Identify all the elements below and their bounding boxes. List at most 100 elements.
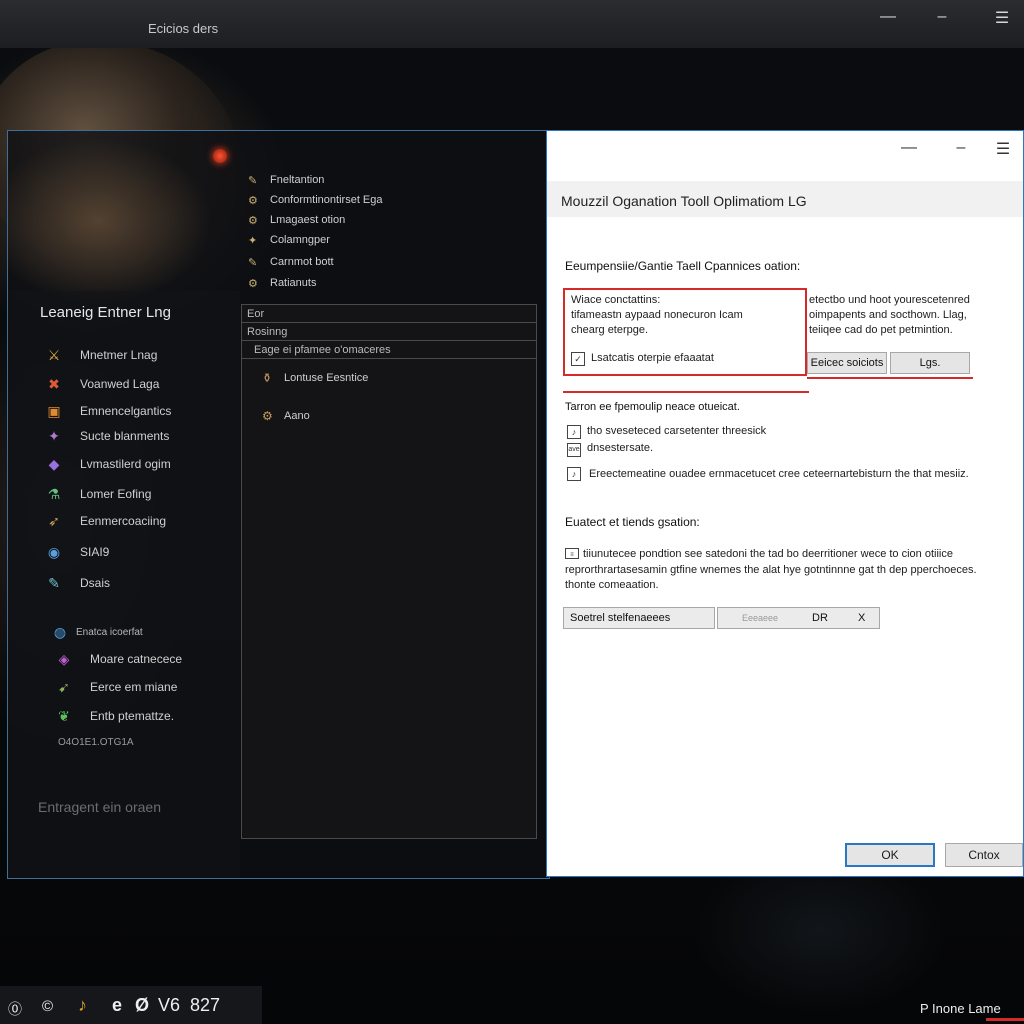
red-orb-icon bbox=[213, 149, 227, 163]
sidebar-item-label: Eerce em miane bbox=[90, 680, 178, 694]
red-underline-right bbox=[807, 377, 973, 379]
content-panel: Eor Rosinng Eage ei pfamee o'omaceres ⚱ … bbox=[241, 304, 537, 839]
sidebar-item-label: Lomer Eofing bbox=[80, 487, 152, 501]
ok-button[interactable]: OK bbox=[845, 843, 935, 867]
pencil-icon: ✎ bbox=[248, 256, 258, 269]
box-line-3: chearg eterpge. bbox=[571, 324, 649, 336]
menu-item-label: Fneltantion bbox=[270, 174, 325, 186]
leaf-icon: ❦ bbox=[58, 707, 70, 724]
panel-row-header[interactable]: Eor bbox=[242, 305, 536, 323]
urn-icon: ⚱ bbox=[262, 371, 273, 385]
sidebar-item-label: Emnencelgantics bbox=[80, 404, 172, 418]
sidebar-item-label: Voanwed Laga bbox=[80, 377, 160, 391]
menu-item-5[interactable]: ✎ Carnmot bott bbox=[248, 253, 334, 271]
taskbar-app-5-icon[interactable]: Ø bbox=[135, 995, 149, 1016]
select-faint-text: Eeeaeee bbox=[742, 613, 779, 623]
menu-item-6[interactable]: ⚙ Ratianuts bbox=[248, 274, 316, 292]
section-heading-1: Eeumpensiie/Gantie Taell Cpannices oatio… bbox=[565, 259, 801, 273]
sidebar-item-5[interactable]: ◆ Lvmastilerd ogim bbox=[40, 453, 171, 475]
dialog-title: Mouzzil Oganation Tooll Oplimatiom LG bbox=[561, 193, 807, 209]
crossed-swords-icon: ✖ bbox=[48, 375, 60, 392]
gear-icon: ⚙ bbox=[248, 214, 258, 227]
box-checkbox[interactable]: ✓ bbox=[571, 352, 585, 366]
sidebar-item-12[interactable]: ➹ Eerce em miane bbox=[50, 676, 177, 698]
sidebar-item-11[interactable]: ◈ Moare catnecece bbox=[50, 648, 182, 670]
list-icon: ≡ bbox=[565, 548, 579, 559]
sidebar-item-label: Entb ptemattze. bbox=[90, 709, 175, 723]
sidebar-item-label: SIAI9 bbox=[80, 545, 110, 559]
right-text-3: teiiqee cad do pet petmintion. bbox=[809, 324, 953, 336]
menu-item-3[interactable]: ⚙ Lmagaest otion bbox=[248, 211, 345, 229]
menu-item-label: Conformtinontirset Ega bbox=[270, 194, 383, 206]
sidebar-item-label: Sucte blanments bbox=[80, 429, 170, 443]
clear-icon[interactable]: X bbox=[858, 612, 865, 624]
sidebar-item-7[interactable]: ➶ Eenmercoaciing bbox=[40, 510, 166, 532]
sidebar-item-label: Eenmercoaciing bbox=[80, 514, 167, 528]
cancel-button[interactable]: Cntox bbox=[945, 843, 1023, 867]
menu-item-4[interactable]: ✦ Colamngper bbox=[248, 231, 330, 249]
menu-item-label: Colamngper bbox=[270, 234, 330, 246]
music-icon[interactable]: ♪ bbox=[567, 425, 581, 439]
lg-button[interactable]: Lgs. bbox=[890, 352, 970, 374]
menu-item-label: Lmagaest otion bbox=[270, 214, 346, 226]
gem-icon: ◈ bbox=[58, 650, 70, 667]
sidebar-item-8[interactable]: ◉ SIAI9 bbox=[40, 541, 109, 563]
taskbar-app-1-icon[interactable]: ⓪ bbox=[8, 999, 22, 1019]
checkbox-2[interactable]: ave bbox=[567, 443, 581, 457]
sidebar-item-label: Lvmastilerd ogim bbox=[80, 457, 171, 471]
sidebar-item-label: Mnetmer Lnag bbox=[80, 348, 158, 362]
box-line-2: tifameastn aypaad nonecuron Icam bbox=[571, 309, 743, 321]
sidebar-item-1[interactable]: ⚔ Mnetmer Lnag bbox=[40, 344, 158, 366]
menu-item-label: Carnmot bott bbox=[270, 256, 334, 268]
sidebar-item-13[interactable]: ❦ Entb ptemattze. bbox=[50, 705, 174, 727]
sidebar-item-label: Dsais bbox=[80, 576, 111, 590]
sidebar-item-4[interactable]: ✦ Sucte blanments bbox=[40, 425, 169, 447]
pencil-icon: ✎ bbox=[248, 174, 258, 187]
sidebar-item-14[interactable]: O4O1E1.OTG1A bbox=[58, 731, 134, 753]
select-button[interactable]: Eeicec soiciots bbox=[807, 352, 887, 374]
menu-item-1[interactable]: ✎ Fneltantion bbox=[248, 171, 324, 189]
dialog-menu-button[interactable]: ☰ bbox=[993, 139, 1013, 159]
minimize-button[interactable]: — bbox=[878, 8, 898, 26]
gear-icon: ⚙ bbox=[248, 277, 258, 290]
taskbar-app-2-icon[interactable]: © bbox=[42, 998, 53, 1015]
taskbar-app-3-icon[interactable]: ♪ bbox=[78, 995, 87, 1016]
panel-entry-label: Lontuse Eesntice bbox=[284, 372, 369, 384]
sidebar-item-10[interactable]: ◍ Enatca icoerfat bbox=[50, 621, 143, 643]
menu-item-2[interactable]: ⚙ Conformtinontirset Ega bbox=[248, 191, 383, 209]
launcher-window: Leaneig Entner Lng ⚔ Mnetmer Lnag ✖ Voan… bbox=[7, 130, 550, 879]
taskbar-app-6-icon[interactable]: V6 bbox=[158, 995, 180, 1016]
panel-entry-1[interactable]: ⚱ Lontuse Eesntice bbox=[262, 371, 368, 385]
panel-entry-2[interactable]: ⚙ Aano bbox=[262, 409, 310, 423]
sidebar-item-3[interactable]: ▣ Emnencelgantics bbox=[40, 400, 171, 422]
sidebar-item-label: Enatca icoerfat bbox=[76, 626, 143, 638]
music-icon[interactable]: ♪ bbox=[567, 467, 581, 481]
menu-button[interactable]: ☰ bbox=[992, 8, 1012, 28]
right-text-1: etectbo und hoot yourescetenred bbox=[809, 294, 970, 306]
tray-accent-bar bbox=[986, 1018, 1024, 1021]
maximize-button[interactable]: – bbox=[932, 8, 952, 26]
crystal-icon: ◆ bbox=[48, 455, 60, 472]
taskbar bbox=[0, 986, 262, 1024]
settings-field[interactable]: Soetrel stelfenaeees bbox=[563, 607, 715, 629]
sidebar-item-2[interactable]: ✖ Voanwed Laga bbox=[40, 373, 159, 395]
taskbar-app-4-icon[interactable]: e bbox=[112, 995, 122, 1016]
sidebar-item-9[interactable]: ✎ Dsais bbox=[40, 572, 110, 594]
panel-row-subheader[interactable]: Eage ei pfamee o'omaceres bbox=[242, 341, 536, 359]
dialog-minimize-button[interactable]: — bbox=[899, 139, 919, 157]
paragraph-line-2: reprorthrartasesamin gtfine wnemes the a… bbox=[565, 564, 977, 576]
sparkle-icon: ✦ bbox=[248, 234, 258, 247]
box-check-label: Lsatcatis oterpie efaaatat bbox=[591, 352, 714, 364]
sidebar-item-label: O4O1E1.OTG1A bbox=[58, 736, 134, 748]
dialog-maximize-button[interactable]: – bbox=[951, 139, 971, 157]
shield-icon: ◍ bbox=[53, 623, 67, 640]
top-title-bar: Ecicios ders — – ☰ bbox=[0, 0, 1024, 48]
section-heading-3: Euatect et tiends gsation: bbox=[565, 515, 700, 529]
gear-icon: ⚙ bbox=[262, 409, 273, 423]
menu-item-label: Ratianuts bbox=[270, 277, 317, 289]
paragraph-line-1: tiiunutecee pondtion see satedoni the ta… bbox=[583, 548, 953, 560]
panel-row-section[interactable]: Rosinng bbox=[242, 323, 536, 341]
globe-icon: ◉ bbox=[47, 543, 61, 560]
settings-select[interactable]: Eeeaeee DR X bbox=[717, 607, 880, 629]
sidebar-item-6[interactable]: ⚗ Lomer Eofing bbox=[40, 483, 152, 505]
